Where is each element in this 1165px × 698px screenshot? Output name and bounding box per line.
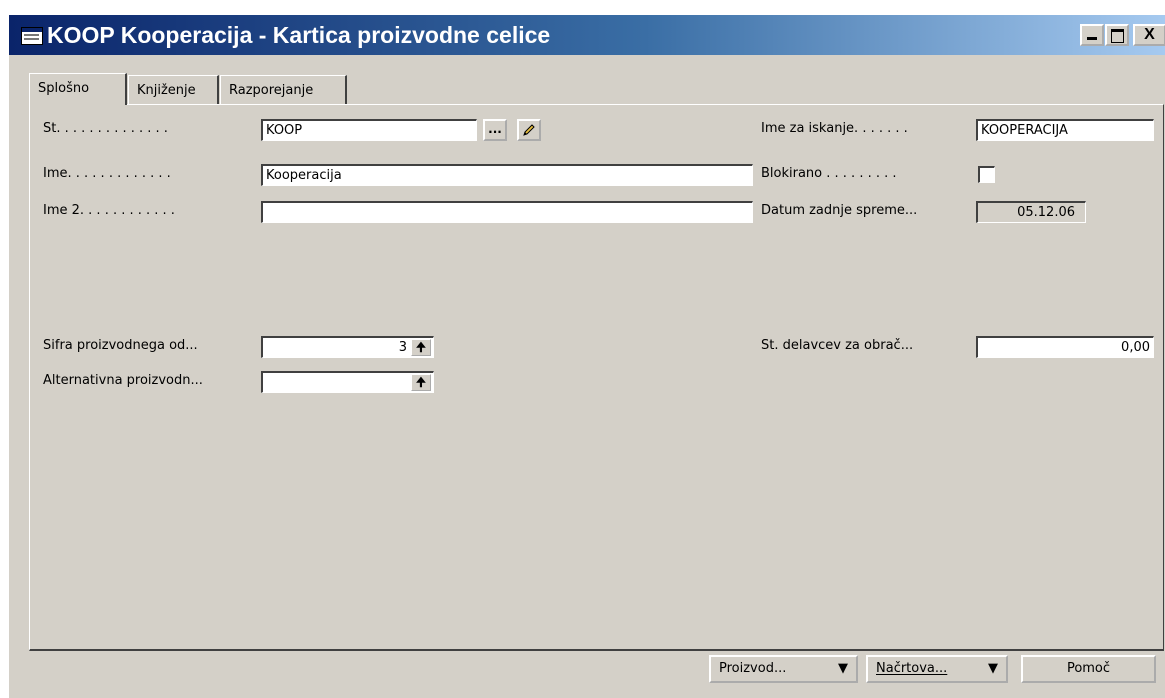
nacrtova-label: Načrtova... xyxy=(876,661,948,676)
st-label: Št. . . . . . . . . . . . . . xyxy=(43,121,168,136)
close-icon: X xyxy=(1144,26,1155,43)
nacrtova-menu-button[interactable]: Načrtova... ▼ xyxy=(866,655,1008,683)
close-button[interactable]: X xyxy=(1133,24,1165,46)
tab-splosno[interactable]: Splošno xyxy=(29,73,127,105)
lookup-button[interactable]: ... xyxy=(483,119,507,141)
minimize-button[interactable] xyxy=(1080,24,1104,46)
ime-za-iskanje-field[interactable]: KOOPERACIJA xyxy=(976,119,1154,141)
blokirano-label: Blokirano . . . . . . . . . xyxy=(761,166,897,181)
pomoc-label: Pomoč xyxy=(1066,661,1111,676)
minimize-icon xyxy=(1087,37,1097,40)
st-field[interactable]: KOOP xyxy=(261,119,477,141)
tab-label: Razporejanje xyxy=(229,83,314,98)
arrow-up-icon: 🠉 xyxy=(416,375,426,389)
tab-razporejanje[interactable]: Razporejanje xyxy=(220,75,347,104)
st-delavcev-field[interactable]: 0,00 xyxy=(976,336,1154,358)
datum-field: 05.12.06 xyxy=(976,201,1086,223)
st-delavcev-label: Št. delavcev za obrač... xyxy=(761,338,914,353)
maximize-button[interactable] xyxy=(1105,24,1129,46)
maximize-icon xyxy=(1111,29,1124,43)
arrow-up-icon: 🠉 xyxy=(416,340,426,354)
card-window: KOOP Kooperacija - Kartica proizvodne ce… xyxy=(8,14,1165,698)
chevron-down-icon: ▼ xyxy=(988,661,998,676)
ime-label: Ime. . . . . . . . . . . . . xyxy=(43,166,171,181)
ime2-label: Ime 2. . . . . . . . . . . . xyxy=(43,203,175,218)
pencil-icon xyxy=(523,124,535,136)
ime-za-iskanje-label: Ime za iskanje. . . . . . . xyxy=(761,121,908,136)
title-bar[interactable]: KOOP Kooperacija - Kartica proizvodne ce… xyxy=(9,15,1165,55)
proizvod-menu-button[interactable]: Proizvod... ▼ xyxy=(709,655,858,683)
tab-knjizenje[interactable]: Knjiženje xyxy=(128,75,219,104)
ime2-field[interactable] xyxy=(261,201,753,223)
alternativna-field[interactable] xyxy=(261,371,434,393)
alternativna-lookup-button[interactable]: 🠉 xyxy=(411,374,431,391)
ellipsis-icon: ... xyxy=(488,122,502,136)
alternativna-label: Alternativna proizvodn... xyxy=(43,373,203,388)
datum-label: Datum zadnje spreme... xyxy=(761,203,918,218)
chevron-down-icon: ▼ xyxy=(838,661,848,676)
sifra-lookup-button[interactable]: 🠉 xyxy=(411,339,431,356)
edit-button[interactable] xyxy=(517,119,541,141)
tab-label: Knjiženje xyxy=(137,83,196,98)
form-window-icon xyxy=(21,27,43,45)
proizvod-label: Proizvod... xyxy=(719,661,787,676)
sifra-field[interactable]: 3 xyxy=(261,336,434,358)
window-title: KOOP Kooperacija - Kartica proizvodne ce… xyxy=(47,22,551,48)
pomoc-button[interactable]: Pomoč xyxy=(1021,655,1156,683)
ime-field[interactable]: Kooperacija xyxy=(261,164,753,186)
sifra-label: Šifra proizvodnega od... xyxy=(43,338,198,353)
tab-label: Splošno xyxy=(38,81,90,96)
blokirano-checkbox[interactable] xyxy=(978,166,995,183)
